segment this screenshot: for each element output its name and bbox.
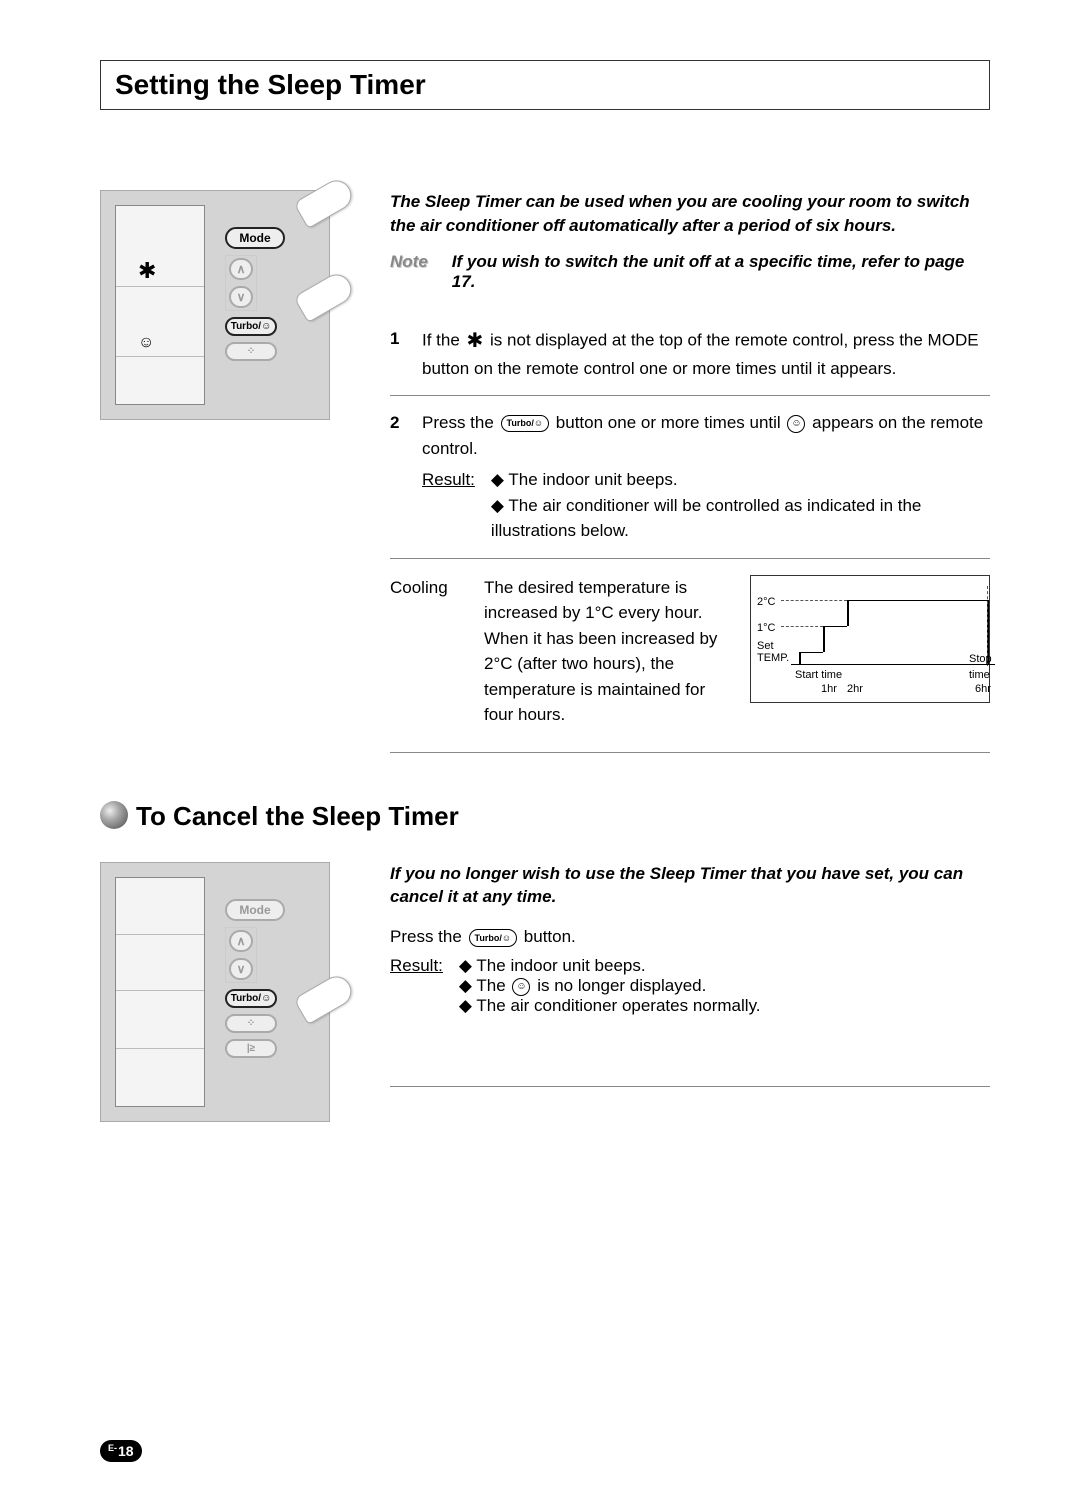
swing-button: ⁘	[225, 342, 277, 361]
result-item: The air conditioner will be controlled a…	[491, 493, 990, 544]
section-setting: ✱ ☺ Mode ∧ ∨ Turbo/☺ ⁘	[100, 190, 990, 757]
intro-text: The Sleep Timer can be used when you are…	[390, 190, 990, 238]
step-body: If the ✱ is not displayed at the top of …	[422, 326, 990, 382]
remote-screen	[115, 877, 205, 1107]
down-arrow-button: ∨	[229, 958, 253, 980]
step-1: 1 If the ✱ is not displayed at the top o…	[390, 316, 990, 392]
x-tick: 2hr	[847, 681, 863, 698]
result-block: Result: The indoor unit beeps. The ☺ is …	[390, 956, 990, 1016]
remote-screen: ✱ ☺	[115, 205, 205, 405]
bullet-sphere-icon	[100, 801, 128, 829]
turbo-sleep-button: Turbo/☺	[225, 317, 277, 336]
note-block: Note If you wish to switch the unit off …	[390, 252, 990, 292]
finger-pointer-icon	[293, 175, 356, 229]
cooling-label: Cooling	[390, 575, 458, 728]
snowflake-icon: ✱	[467, 326, 484, 356]
cooling-text: The desired temperature is increased by …	[484, 575, 724, 728]
result-label: Result:	[390, 956, 443, 1016]
result-item: The indoor unit beeps.	[459, 956, 990, 976]
step-number: 1	[390, 326, 406, 382]
turbo-pill-icon: Turbo/☺	[469, 929, 518, 947]
page-number: E-18	[100, 1440, 142, 1462]
sleep-icon: ☺	[787, 415, 805, 433]
up-arrow-button: ∧	[229, 930, 253, 952]
step-2: 2 Press the Turbo/☺ button one or more t…	[390, 400, 990, 554]
divider	[390, 752, 990, 753]
press-instruction: Press the Turbo/☺ button.	[390, 923, 990, 950]
page-title-frame: Setting the Sleep Timer	[100, 60, 990, 110]
snowflake-icon: ✱	[138, 258, 156, 284]
result-item: The ☺ is no longer displayed.	[459, 976, 990, 996]
temp-arrows: ∧ ∨	[225, 255, 257, 311]
intro-text: If you no longer wish to use the Sleep T…	[390, 862, 990, 910]
divider	[390, 558, 990, 559]
result-bullets: The indoor unit beeps. The ☺ is no longe…	[459, 956, 990, 1016]
y-tick: Set TEMP.	[757, 640, 797, 664]
mode-button: Mode	[225, 227, 285, 249]
remote-illustration-1: ✱ ☺ Mode ∧ ∨ Turbo/☺ ⁘	[100, 190, 330, 420]
x-tick: 1hr	[821, 681, 837, 698]
sleep-icon: ☺	[512, 978, 530, 996]
divider	[390, 1086, 990, 1087]
result-block: Result: The indoor unit beeps. The air c…	[422, 467, 990, 544]
step-number: 2	[390, 410, 406, 544]
result-item: The air conditioner operates normally.	[459, 996, 990, 1016]
mode-button: Mode	[225, 899, 285, 921]
airflow-button: |≥	[225, 1039, 277, 1058]
y-tick: 2°C	[757, 594, 775, 611]
down-arrow-button: ∨	[229, 286, 253, 308]
temp-arrows: ∧ ∨	[225, 927, 257, 983]
section-cancel: Mode ∧ ∨ Turbo/☺ ⁘ |≥ If you no longer w…	[100, 862, 990, 1122]
section-subtitle: To Cancel the Sleep Timer	[100, 801, 990, 832]
temperature-chart: 2°C 1°C Set TEMP.	[750, 575, 990, 703]
step-body: Press the Turbo/☺ button one or more tim…	[422, 410, 990, 544]
result-label: Result:	[422, 467, 475, 544]
swing-button: ⁘	[225, 1014, 277, 1033]
result-bullets: The indoor unit beeps. The air condition…	[491, 467, 990, 544]
x-tick: Stop time	[969, 651, 992, 684]
cooling-block: Cooling The desired temperature is incre…	[390, 563, 990, 748]
page-title: Setting the Sleep Timer	[115, 69, 975, 101]
note-text: If you wish to switch the unit off at a …	[452, 252, 990, 292]
up-arrow-button: ∧	[229, 258, 253, 280]
turbo-sleep-button: Turbo/☺	[225, 989, 277, 1008]
sleep-icon: ☺	[138, 334, 154, 352]
note-label: Note	[390, 252, 428, 292]
remote-illustration-2: Mode ∧ ∨ Turbo/☺ ⁘ |≥	[100, 862, 330, 1122]
y-tick: 1°C	[757, 620, 775, 637]
result-item: The indoor unit beeps.	[491, 467, 990, 493]
turbo-pill-icon: Turbo/☺	[501, 415, 550, 433]
divider	[390, 395, 990, 396]
manual-page: Setting the Sleep Timer ✱ ☺ Mode ∧ ∨ Tur…	[0, 0, 1080, 1510]
